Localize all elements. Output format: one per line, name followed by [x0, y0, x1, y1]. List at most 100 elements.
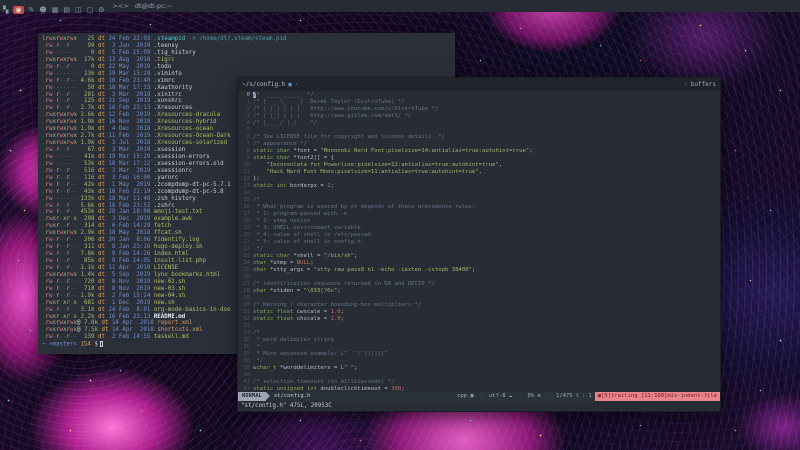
- file-size: 139: [77, 334, 98, 340]
- file-size: 5.6k: [77, 203, 98, 209]
- file-owner: dt: [98, 182, 108, 188]
- file-owner: dt: [98, 223, 108, 229]
- file-name: report.xml: [157, 320, 192, 326]
- workspace-edit-icon[interactable]: ✎: [29, 6, 35, 14]
- file-date: 5 Sep 2019: [108, 272, 153, 278]
- file-owner: dt: [98, 98, 108, 104]
- line-code: static char *font2[] = {: [253, 155, 334, 162]
- file-date: 14 Apr 2018: [112, 327, 157, 333]
- line-number: 4: [240, 120, 253, 127]
- file-size: 720: [77, 279, 98, 285]
- file-name: .Xresources-solarized: [154, 140, 227, 146]
- file-name: org-mode-basics-in-doo: [154, 307, 231, 313]
- file-size: 0: [77, 50, 98, 56]
- file-owner: dt: [98, 126, 108, 132]
- editor-line: 35 * word delimiter string: [240, 337, 720, 344]
- line-code: * 5: value of shell in config.h: [253, 239, 361, 246]
- editor-line: 7/* appearance */: [240, 141, 720, 148]
- editor-line: 29: [240, 295, 720, 302]
- workspace-grid-icon[interactable]: ▚: [3, 6, 8, 14]
- file-date: 18 Mar 17:12: [108, 161, 153, 167]
- file-date: 11 Apr 2019: [108, 265, 153, 271]
- file-owner: dt: [98, 209, 108, 215]
- editor-line: 37 * More advanced example: L" `'\"()[]{…: [240, 351, 720, 358]
- file-size: 718: [77, 286, 98, 292]
- file-size: 0: [77, 64, 98, 70]
- workspace-files-icon[interactable]: ▢: [87, 6, 94, 14]
- file-size: 43k: [77, 189, 98, 195]
- mode-indicator: NORMAL: [238, 392, 266, 401]
- file-name: .xsessionrc: [154, 168, 192, 174]
- editor-line: 32static float chscale = 1.0;: [240, 316, 720, 323]
- prompt-cwd: ~: [42, 342, 49, 348]
- line-number: 23: [240, 253, 253, 260]
- workspace-docs-icon[interactable]: ▤: [63, 6, 70, 14]
- file-date: 3 Mar 2019: [108, 168, 153, 174]
- file-owner: dt: [98, 265, 108, 271]
- file-size: 17k: [77, 57, 98, 63]
- file-size: 50: [77, 85, 98, 91]
- statusline-separator: ‹: [477, 392, 486, 401]
- file-size: 7.8k: [77, 251, 98, 257]
- editor-line: 21 * 5: value of shell in config.h: [240, 239, 720, 246]
- statusline-separator: ‹: [515, 392, 524, 401]
- line-number: 15: [240, 197, 253, 204]
- line-code: "Hack Nerd Font Mono:pixelsize=11:antial…: [253, 169, 482, 176]
- editor-line: 38 */: [240, 358, 720, 365]
- line-number: 24: [240, 260, 253, 267]
- chevron-left-icon: ‹: [684, 81, 688, 88]
- line-number: 8: [240, 148, 253, 155]
- vim-editor-window[interactable]: ~/s/config.h▣› ‹ buffers 0/* ____ _____ …: [238, 78, 720, 411]
- editor-line: 39wchar_t *worddelimiters = L" ";: [240, 365, 720, 372]
- file-owner: dt: [98, 314, 108, 320]
- line-number: 39: [240, 365, 253, 372]
- file-owner: dt: [98, 216, 108, 222]
- file-date: 4 Dec 2018: [108, 126, 153, 132]
- line-code: /* | _ \_ _| Derek Taylor (DistroTube) *…: [253, 99, 405, 106]
- workspace-settings-icon[interactable]: ⚙: [98, 6, 104, 14]
- line-number: 1: [240, 99, 253, 106]
- file-name: index.html: [154, 251, 189, 257]
- line-number: 35: [240, 337, 253, 344]
- line-code: "Inconsolata for Powerline:pixelsize=12:…: [253, 162, 502, 169]
- file-owner: dt: [98, 272, 108, 278]
- line-number: 20: [240, 232, 253, 239]
- line-code: * 2: utmp option: [253, 218, 310, 225]
- editor-line: 1/* | _ \_ _| Derek Taylor (DistroTube) …: [240, 99, 720, 106]
- editor-line: 10 "Inconsolata for Powerline:pixelsize=…: [240, 162, 720, 169]
- file-date: 21 Sep 2019: [108, 98, 153, 104]
- line-code: */: [253, 246, 263, 253]
- editor-line: 16 * What program is execed by st depend…: [240, 204, 720, 211]
- file-owner: dt: [98, 251, 108, 257]
- file-date: 2 Feb 15:24: [108, 293, 153, 299]
- file-date: 16 Feb 23:13: [108, 105, 153, 111]
- editor-line: 26: [240, 274, 720, 281]
- workspace-browser-icon[interactable]: ◉: [13, 6, 23, 14]
- editor-line: 27/* identification sequence returned in…: [240, 281, 720, 288]
- file-owner: dt: [98, 237, 108, 243]
- editor-buffer[interactable]: 0/* ____ _____ */1/* | _ \_ _| Derek Tay…: [238, 91, 720, 392]
- editor-line: 25char *stty_args = "stty raw pass8 nl -…: [240, 267, 720, 274]
- line-code: * 1: program passed with -e: [253, 211, 347, 218]
- buffers-label[interactable]: buffers: [691, 81, 716, 88]
- file-date: 9 Feb 14:05: [108, 258, 153, 264]
- file-owner: dt: [98, 133, 108, 139]
- workspace-image-icon[interactable]: ▦: [52, 6, 59, 14]
- statusline-separator: ‹: [544, 392, 553, 401]
- workspace-chat-icon[interactable]: ☻: [39, 6, 46, 14]
- file-owner: dt: [98, 147, 108, 153]
- workspace-video-icon[interactable]: ◫: [75, 6, 82, 14]
- line-number: 7: [240, 141, 253, 148]
- editor-line: 18 * 2: utmp option: [240, 218, 720, 225]
- line-number: 0: [240, 92, 253, 99]
- tab-current-file[interactable]: ~/s/config.h: [242, 81, 285, 88]
- line-code: /* Kerning / character bounding-box mult…: [253, 302, 421, 309]
- file-name: .Xresources: [154, 105, 192, 111]
- file-size: 208: [77, 216, 98, 222]
- line-code: /* |____/ |_| */: [253, 120, 317, 127]
- line-number: 38: [240, 358, 253, 365]
- file-date: 3 Mar 2019: [108, 147, 153, 153]
- file-date: 18 May 2018: [108, 230, 153, 236]
- file-size: 99: [77, 43, 98, 49]
- file-size: 206: [77, 237, 98, 243]
